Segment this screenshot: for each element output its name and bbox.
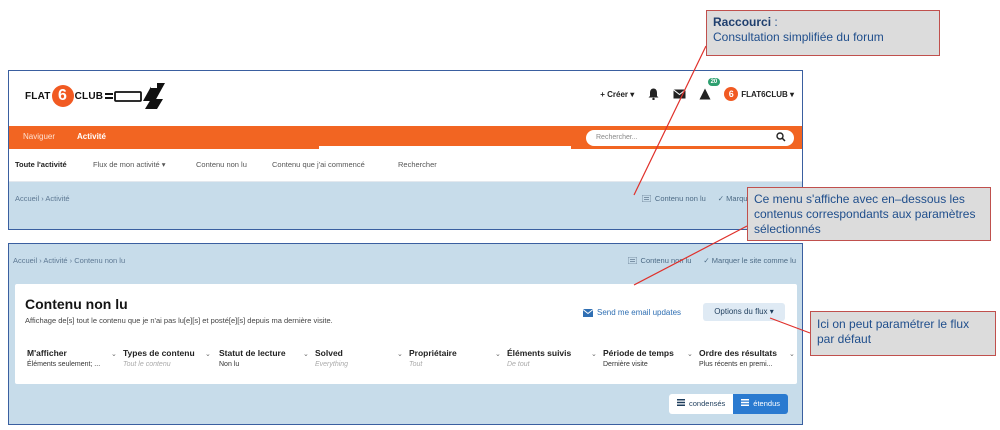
- subnav-my-activity-feed[interactable]: Flux de mon activité ▾: [93, 160, 166, 169]
- chevron-down-icon: ⌄: [397, 351, 403, 358]
- filter-content-types[interactable]: Types de contenu Tout le contenu ⌄: [123, 348, 215, 380]
- filter-solved[interactable]: Solved Everything ⌄: [315, 348, 405, 380]
- chevron-down-icon: ⌄: [495, 351, 501, 358]
- bc-logo-icon: [105, 83, 165, 109]
- list-icon: [627, 257, 637, 264]
- envelope-icon: [583, 308, 593, 317]
- breadcrumb[interactable]: Accueil › Activité › Contenu non lu: [13, 256, 125, 265]
- chevron-down-icon: ⌄: [205, 351, 211, 358]
- search-input[interactable]: Rechercher...: [586, 130, 794, 146]
- chevron-down-icon: ⌄: [687, 351, 693, 358]
- page-title: Contenu non lu: [25, 296, 128, 312]
- list-icon: [641, 195, 651, 202]
- page-description: Affichage de[s] tout le contenu que je n…: [25, 316, 333, 325]
- site-header: FLAT 6 CLUB + Créer ▾ 20 6 FLAT6CLUB ▾: [9, 71, 802, 126]
- subnav-unread-content[interactable]: Contenu non lu: [196, 160, 247, 169]
- create-button[interactable]: + Créer ▾: [600, 90, 634, 99]
- mark-site-read-link[interactable]: ✓ Marquer le site comme lu: [703, 256, 796, 265]
- chevron-down-icon: ⌄: [111, 351, 117, 358]
- avatar: 6: [724, 87, 739, 101]
- header-actions: + Créer ▾ 20 6 FLAT6CLUB ▾: [600, 78, 794, 101]
- condensed-view-button[interactable]: condensés: [669, 394, 734, 414]
- view-mode-toggle: condensés étendus: [669, 394, 788, 414]
- bell-icon[interactable]: [646, 87, 660, 101]
- filter-time-period[interactable]: Période de temps Dernière visite ⌄: [603, 348, 695, 380]
- filter-sort-order[interactable]: Ordre des résultats Plus récents en prem…: [699, 348, 795, 380]
- expanded-view-button[interactable]: étendus: [733, 394, 788, 414]
- email-updates-link[interactable]: Send me email updates: [583, 308, 681, 317]
- menu-icon: [741, 399, 750, 406]
- flux-options-button[interactable]: Options du flux ▾: [703, 303, 785, 321]
- subnav-search[interactable]: Rechercher: [398, 160, 437, 169]
- chevron-down-icon: ⌄: [789, 351, 795, 358]
- filter-owner[interactable]: Propriétaire Tout ⌄: [409, 348, 503, 380]
- breadcrumb-actions: Contenu non lu ✓ Marquer le site comme l…: [627, 256, 796, 265]
- bottom-screenshot: Accueil › Activité › Contenu non lu Cont…: [8, 243, 803, 425]
- filter-followed-items[interactable]: Éléments suivis De tout ⌄: [507, 348, 599, 380]
- callout-shortcut: Raccourci : Consultation simplifiée du f…: [706, 10, 940, 56]
- callout-default-flux: Ici on peut paramétrer le flux par défau…: [810, 311, 996, 356]
- filter-read-status[interactable]: Statut de lecture Non lu ⌄: [219, 348, 311, 380]
- chevron-down-icon: ⌄: [303, 351, 309, 358]
- subnav-content-started[interactable]: Contenu que j'ai commencé: [272, 160, 365, 169]
- breadcrumb[interactable]: Accueil › Activité: [15, 194, 70, 203]
- callout-menu: Ce menu s'affiche avec en–dessous les co…: [747, 187, 991, 241]
- envelope-icon[interactable]: [672, 87, 686, 101]
- tab-naviguer[interactable]: Naviguer: [23, 132, 55, 141]
- alerts-icon[interactable]: 20: [698, 78, 721, 101]
- main-nav: Naviguer Activité Rechercher...: [9, 126, 802, 149]
- filter-bar: M'afficher Éléments seulement; ... ⌄ Typ…: [19, 348, 795, 380]
- unread-content-panel: Contenu non lu Affichage de[s] tout le c…: [15, 284, 797, 384]
- unread-shortcut-link[interactable]: Contenu non lu: [641, 194, 706, 203]
- notification-badge: 20: [707, 78, 721, 86]
- breadcrumb-bar: Accueil › Activité Contenu non lu ✓ Marq…: [9, 182, 802, 229]
- search-icon[interactable]: [776, 132, 786, 142]
- unread-shortcut-link[interactable]: Contenu non lu: [627, 256, 691, 265]
- flat6club-logo[interactable]: FLAT 6 CLUB: [25, 85, 103, 107]
- tab-activite[interactable]: Activité: [77, 132, 106, 141]
- breadcrumb-actions: Contenu non lu ✓ Marquer le: [641, 194, 762, 203]
- user-menu[interactable]: 6 FLAT6CLUB ▾: [724, 87, 794, 101]
- activity-subnav: Toute l'activité Flux de mon activité ▾ …: [9, 149, 802, 182]
- subnav-all-activity[interactable]: Toute l'activité: [15, 160, 67, 169]
- filter-show[interactable]: M'afficher Éléments seulement; ... ⌄: [27, 348, 119, 380]
- chevron-down-icon: ⌄: [591, 351, 597, 358]
- top-screenshot: FLAT 6 CLUB + Créer ▾ 20 6 FLAT6CLUB ▾ N…: [8, 70, 803, 230]
- user-name: FLAT6CLUB ▾: [741, 89, 794, 99]
- list-icon: [677, 399, 686, 406]
- breadcrumb-bar: Accueil › Activité › Contenu non lu Cont…: [9, 244, 802, 276]
